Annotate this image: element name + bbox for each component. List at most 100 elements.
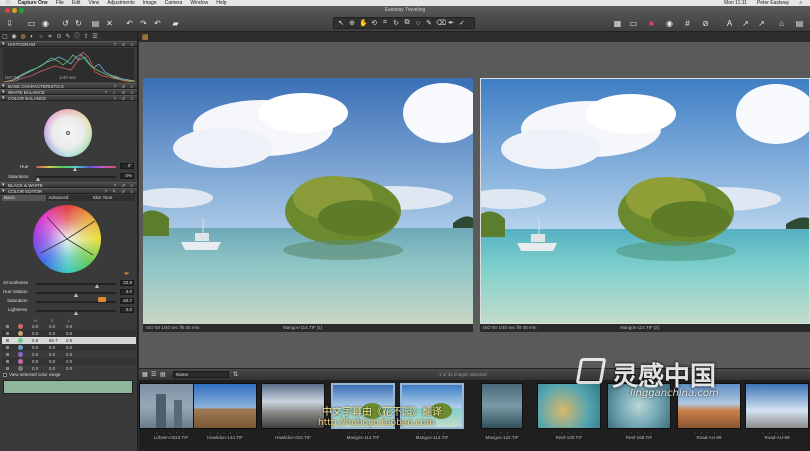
tool-tabs: ▢ ◉ ◍ ◐ ○ ⌗ ⊙ ✎ ⓘ ⇪ ☰	[0, 32, 137, 41]
filmstrip-view-button-icon[interactable]: ▤	[160, 371, 166, 378]
capture-tab-icon[interactable]: ◉	[11, 34, 17, 40]
table-row[interactable]: 0.0 0.0 0.0	[2, 358, 136, 365]
camera-icon[interactable]: ◉	[40, 18, 51, 29]
reset-icon[interactable]: ↶	[152, 18, 163, 29]
thumbnail[interactable]: • • • Mangos-122.TIF	[481, 383, 523, 441]
metadata-tab-icon[interactable]: ⓘ	[74, 34, 80, 40]
row-checkbox[interactable]	[6, 360, 9, 363]
thumbnail-name: Road-AU-09	[696, 435, 722, 440]
hue-value[interactable]: 0°	[120, 163, 134, 169]
proof-icon[interactable]: ■	[646, 18, 657, 29]
photo-variant-1[interactable]	[143, 78, 473, 324]
folder-icon[interactable]: ▤	[90, 18, 101, 29]
brush-icon[interactable]: ✎	[425, 19, 433, 27]
exposure-warning-icon[interactable]: ⊘	[700, 18, 711, 29]
thumbnail[interactable]: • • • • • Hawkdun-022.TIF	[261, 383, 325, 441]
undo-icon[interactable]: ↶	[124, 18, 135, 29]
histogram-aperture: f/8	[113, 75, 119, 80]
straighten-icon[interactable]: ↻	[392, 19, 400, 27]
color-tab-icon[interactable]: ◍	[20, 34, 26, 40]
color-picker-icon[interactable]: ✒	[124, 270, 130, 278]
thumbnail-image	[261, 383, 325, 429]
eraser-icon[interactable]: ⌫	[436, 19, 446, 27]
row-checkbox[interactable]	[6, 346, 9, 349]
exposure-tab-icon[interactable]: ◐	[29, 34, 35, 40]
table-row[interactable]: 0.0 0.0 0.0	[2, 344, 136, 351]
redo-icon[interactable]: ↷	[138, 18, 149, 29]
hue-rotation-value[interactable]: 3.0	[120, 289, 134, 295]
camera-settings-icon[interactable]: ⌂	[776, 18, 787, 29]
thumbnail[interactable]: • • • • • Hawkdun-144.TIF	[193, 383, 257, 441]
lightness-value[interactable]: 0.0	[120, 307, 134, 313]
color-balance-handle[interactable]	[66, 131, 70, 135]
color-saturation-value[interactable]: 60.7	[120, 298, 134, 304]
crop-icon[interactable]: ⌗	[381, 19, 389, 27]
row-checkbox[interactable]	[6, 367, 9, 370]
select-icon[interactable]: ↖	[337, 19, 345, 27]
local-tab-icon[interactable]: ✎	[65, 34, 71, 40]
row-checkbox[interactable]	[6, 325, 9, 328]
list-view-button-icon[interactable]: ☰	[151, 371, 156, 378]
photo-filename-1: Mangos-114.TIF [1]	[283, 325, 322, 330]
text-icon[interactable]: A	[724, 18, 735, 29]
grid-icon[interactable]: #	[682, 18, 693, 29]
table-row[interactable]: 0.0 0.0 0.0	[2, 323, 136, 330]
saturation-slider-track[interactable]	[36, 176, 116, 178]
tab-advanced[interactable]: Advanced	[46, 195, 91, 201]
table-row[interactable]: 0.0 0.0 0.0	[2, 330, 136, 337]
photo-variant-2[interactable]	[480, 78, 810, 324]
row-h: 0.0	[32, 338, 39, 343]
row-checkbox[interactable]	[6, 353, 9, 356]
tab-skin-tone[interactable]: Skin Tone	[90, 195, 135, 201]
picker-icon[interactable]: ✒	[447, 19, 455, 27]
hue-slider-track[interactable]	[36, 166, 116, 168]
spot-icon[interactable]: ○	[414, 20, 422, 27]
table-row[interactable]: 0.0 0.0 0.0	[2, 351, 136, 358]
saturation-value[interactable]: 0%	[120, 173, 134, 179]
crop-tab-icon[interactable]: ⌗	[47, 34, 53, 40]
thumbnail[interactable]: • • • • • Road-AU-99	[745, 383, 809, 441]
grid-view-button-icon[interactable]: ▦	[142, 371, 148, 378]
import-icon[interactable]: ⇩	[4, 18, 15, 29]
hand-icon[interactable]: ✋	[359, 19, 368, 27]
trash-icon[interactable]: ✕	[104, 18, 115, 29]
batch-tab-icon[interactable]: ☰	[92, 34, 98, 40]
section-color-editor[interactable]: COLOR EDITOR? ✎ ↺ ≡	[0, 188, 137, 194]
rotate-right-icon[interactable]: ↻	[73, 18, 84, 29]
selected-color-swatch	[3, 380, 133, 394]
view-selected-checkbox[interactable]	[3, 373, 7, 377]
smoothness-value[interactable]: 22.9	[120, 280, 134, 286]
lens-tab-icon[interactable]: ○	[38, 34, 44, 40]
viewer-icon[interactable]: ▭	[628, 18, 639, 29]
zoom-icon[interactable]: ⊕	[348, 19, 356, 27]
rotate-left-icon[interactable]: ↺	[60, 18, 71, 29]
thumbnail-name: Hawkdun-022.TIF	[275, 435, 311, 440]
smoothness-label: Smoothness	[3, 280, 29, 285]
library-tab-icon[interactable]: ▢	[2, 34, 8, 40]
smoothness-slider-track[interactable]	[36, 283, 116, 285]
table-row[interactable]: 0.0 0.0 0.0	[2, 365, 136, 372]
keystone-icon[interactable]: ⧉	[403, 19, 411, 27]
table-row[interactable]: 0.0 60.7 0.0	[2, 337, 136, 344]
photo-image-1	[143, 78, 473, 324]
rotate-icon[interactable]: ⟲	[370, 19, 378, 27]
focus-icon[interactable]: ◉	[664, 18, 675, 29]
thumbnail[interactable]: • • • • • Reef-130.TIF	[537, 383, 601, 441]
tab-basic[interactable]: Basic	[2, 195, 47, 201]
single-view-icon[interactable]: ▦	[142, 33, 149, 41]
row-checkbox[interactable]	[6, 332, 9, 335]
sort-direction-icon[interactable]: ⇅	[233, 371, 238, 378]
print-icon[interactable]: ▤	[794, 18, 805, 29]
share-icon[interactable]: ↗	[740, 18, 751, 29]
wb-picker-icon[interactable]: ✓	[458, 19, 466, 27]
capture-icon[interactable]: ▭	[26, 18, 37, 29]
details-tab-icon[interactable]: ⊙	[56, 34, 62, 40]
sort-select[interactable]: Name	[173, 371, 229, 378]
row-s: 0.0	[49, 359, 56, 364]
grid-view-icon[interactable]: ▦	[612, 18, 623, 29]
row-checkbox[interactable]	[6, 339, 9, 342]
output-tab-icon[interactable]: ⇪	[83, 34, 89, 40]
copy-adjustments-icon[interactable]: ▰	[170, 18, 181, 29]
section-histogram[interactable]: HISTOGRAM? ↺ ≡	[0, 41, 137, 47]
export-icon[interactable]: ↗	[756, 18, 767, 29]
